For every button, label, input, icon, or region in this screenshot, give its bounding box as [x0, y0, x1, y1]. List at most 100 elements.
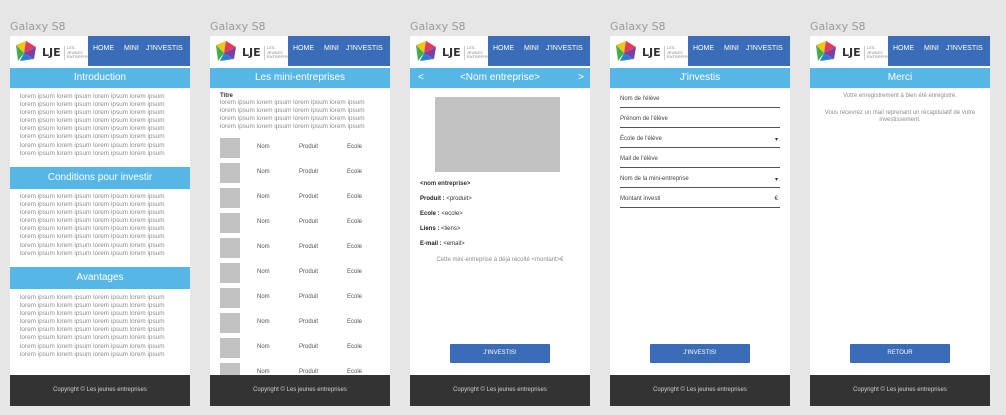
company-name: <nom entreprise>	[420, 181, 471, 187]
col-nom: Nom	[257, 344, 270, 350]
nav-home[interactable]: HOME	[293, 45, 314, 52]
email-row: E-mail : <email>	[420, 241, 465, 247]
ecole-value: <ecole>	[441, 211, 463, 217]
select-ecole-label: École de l'élève	[620, 136, 662, 142]
thumbnail-placeholder	[220, 138, 240, 158]
nav-mini[interactable]: MINI	[724, 45, 739, 52]
nav-mini[interactable]: MINI	[924, 45, 939, 52]
col-produit: Produit	[299, 219, 319, 225]
list-item[interactable]: Nom Produit Ecole	[220, 313, 385, 333]
avantages-text: lorem ipsum lorem ipsum lorem ipsum lore…	[20, 294, 165, 359]
prev-arrow[interactable]: <	[418, 68, 424, 88]
select-mini-label: Nom de la mini-entreprise	[620, 176, 689, 182]
list-item[interactable]: Nom Produit Ecole	[220, 263, 385, 283]
device-label: Galaxy S8	[410, 20, 466, 33]
email-notice-text: Vous recevrez un mail reprenant un récap…	[824, 110, 976, 123]
invest-button[interactable]: J'INVESTIS!	[450, 344, 550, 363]
amount-raised-text: Cette mini-entreprise à déjà récolté <mo…	[436, 257, 564, 263]
list-item[interactable]: Nom Produit Ecole	[220, 288, 385, 308]
next-arrow[interactable]: >	[578, 68, 584, 88]
list-item[interactable]: Nom Produit Ecole	[220, 163, 385, 183]
nav-invest[interactable]: J'INVESTIS	[546, 45, 583, 52]
page-title: Les mini-entreprises	[210, 68, 390, 88]
nav-bar: HOME MINI J'INVESTIS	[88, 36, 190, 66]
produit-label: Produit :	[420, 196, 445, 202]
nav-bar: HOME MINI J'INVESTIS	[288, 36, 390, 66]
logo-text: LJE	[642, 46, 661, 59]
header: LJE LES JEUNES ENTREPRISES HOME MINI J'I…	[610, 36, 790, 66]
col-ecole: Ecole	[347, 294, 363, 300]
list-item[interactable]: Nom Produit Ecole	[220, 213, 385, 233]
col-ecole: Ecole	[347, 244, 363, 250]
col-produit: Produit	[299, 169, 319, 175]
euro-symbol: €	[774, 196, 778, 202]
col-nom: Nom	[257, 194, 270, 200]
col-nom: Nom	[257, 269, 270, 275]
confirmation-text: Votre enregistrement à bien été enregist…	[843, 93, 957, 99]
logo-icon	[216, 41, 236, 61]
logo-subtitle: LES JEUNES ENTREPRISES	[264, 45, 295, 60]
page-title: Merci	[810, 68, 990, 88]
montant-label: Montant investi	[620, 196, 661, 202]
col-nom: Nom	[257, 319, 270, 325]
phone-screen: LJE LES JEUNES ENTREPRISES HOME MINI J'I…	[10, 36, 190, 406]
artboard-thanks: Galaxy S8 LJE LES JEUNES ENTREPRISES HOM…	[810, 0, 990, 415]
col-ecole: Ecole	[347, 169, 363, 175]
col-ecole: Ecole	[347, 194, 363, 200]
artboard-company-detail: Galaxy S8 LJE LES JEUNES ENTREPRISES HOM…	[410, 0, 590, 415]
header: LJE LES JEUNES ENTREPRISES HOME MINI J'I…	[410, 36, 590, 66]
col-nom: Nom	[257, 244, 270, 250]
section-avantages: Avantages	[10, 267, 190, 289]
field-mail-eleve[interactable]: Mail de l'élève	[620, 156, 780, 168]
nav-bar: HOME MINI J'INVESTIS	[888, 36, 990, 66]
nav-invest[interactable]: J'INVESTIS	[146, 45, 183, 52]
list-item[interactable]: Nom Produit Ecole	[220, 188, 385, 208]
col-produit: Produit	[299, 144, 319, 150]
nav-home[interactable]: HOME	[493, 45, 514, 52]
nav-invest[interactable]: J'INVESTIS	[346, 45, 383, 52]
col-produit: Produit	[299, 194, 319, 200]
footer: Copyright © Les jeunes entreprises	[410, 375, 590, 406]
footer: Copyright © Les jeunes entreprises	[10, 375, 190, 406]
nav-invest[interactable]: J'INVESTIS	[946, 45, 983, 52]
col-ecole: Ecole	[347, 144, 363, 150]
nav-mini[interactable]: MINI	[324, 45, 339, 52]
logo-text: LJE	[42, 46, 61, 59]
header: LJE LES JEUNES ENTREPRISES HOME MINI J'I…	[210, 36, 390, 66]
liens-value: <liens>	[441, 226, 461, 232]
invest-submit-button[interactable]: J'INVESTIS!	[650, 344, 750, 363]
col-nom: Nom	[257, 219, 270, 225]
page-title: <Nom entreprise>	[459, 72, 541, 83]
list-intro-text: lorem ipsum lorem ipsum lorem ipsum lore…	[220, 99, 365, 131]
col-nom: Nom	[257, 294, 270, 300]
back-button[interactable]: RETOUR	[850, 344, 950, 363]
nav-home[interactable]: HOME	[693, 45, 714, 52]
nav-invest[interactable]: J'INVESTIS	[746, 45, 783, 52]
field-prenom-eleve[interactable]: Prénom de l'élève	[620, 116, 780, 128]
chevron-down-icon: ▾	[774, 177, 778, 183]
conditions-text: lorem ipsum lorem ipsum lorem ipsum lore…	[20, 193, 165, 258]
thumbnail-placeholder	[220, 288, 240, 308]
nav-bar: HOME MINI J'INVESTIS	[688, 36, 790, 66]
company-image-placeholder	[435, 97, 560, 172]
field-nom-eleve[interactable]: Nom de l'élève	[620, 96, 780, 108]
nav-home[interactable]: HOME	[893, 45, 914, 52]
col-ecole: Ecole	[347, 344, 363, 350]
list-item[interactable]: Nom Produit Ecole	[220, 238, 385, 258]
phone-screen: LJE LES JEUNES ENTREPRISES HOME MINI J'I…	[410, 36, 590, 406]
col-produit: Produit	[299, 294, 319, 300]
nav-home[interactable]: HOME	[93, 45, 114, 52]
col-ecole: Ecole	[347, 319, 363, 325]
select-ecole-eleve[interactable]: École de l'élève ▾	[620, 136, 780, 148]
nav-mini[interactable]: MINI	[124, 45, 139, 52]
thumbnail-placeholder	[220, 313, 240, 333]
list-item[interactable]: Nom Produit Ecole	[220, 138, 385, 158]
field-montant[interactable]: Montant investi €	[620, 196, 780, 208]
produit-value: <produit>	[446, 196, 472, 202]
select-mini-entreprise[interactable]: Nom de la mini-entreprise ▾	[620, 176, 780, 188]
list-item[interactable]: Nom Produit Ecole	[220, 338, 385, 358]
nav-mini[interactable]: MINI	[524, 45, 539, 52]
artboard-invest-form: Galaxy S8 LJE LES JEUNES ENTREPRISES HOM…	[610, 0, 790, 415]
col-produit: Produit	[299, 319, 319, 325]
ecole-label: Ecole :	[420, 211, 440, 217]
